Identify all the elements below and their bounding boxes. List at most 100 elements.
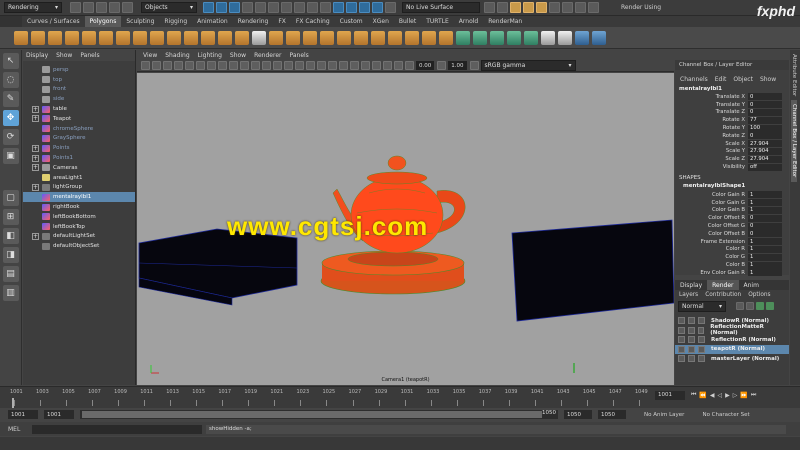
poly-cylinder-icon[interactable] (48, 30, 62, 45)
channel-menu-item[interactable]: Show (760, 76, 776, 83)
select-component-icon[interactable] (229, 2, 240, 13)
animation-start-field[interactable]: 1001 (8, 410, 38, 419)
smooth-shade-icon[interactable] (273, 61, 282, 70)
select-tool-icon[interactable]: ↖ (2, 53, 19, 69)
range-handle[interactable] (82, 411, 542, 418)
shelf-tab[interactable]: FX Caching (291, 16, 335, 27)
channel-label[interactable]: Color Gain G (675, 200, 748, 206)
new-scene-icon[interactable] (70, 2, 81, 13)
outliner-item[interactable]: defaultObjectSet (23, 241, 135, 251)
snap-curve-icon[interactable] (346, 2, 357, 13)
channel-value-field[interactable]: 77 (748, 116, 782, 124)
shelf-tab[interactable]: RenderMan (483, 16, 527, 27)
visibility-toggle-icon[interactable] (688, 345, 695, 353)
outliner-item[interactable]: rightBook (23, 202, 135, 212)
playback-end-field[interactable]: 1050 (564, 410, 592, 419)
channel-label[interactable]: Translate Z (675, 109, 748, 115)
channel-label[interactable]: Translate X (675, 94, 748, 100)
playback-start-field[interactable]: 1001 (44, 410, 74, 419)
snap-plane-icon[interactable] (372, 2, 383, 13)
channel-value-field[interactable]: 1 (748, 238, 782, 246)
visibility-toggle-icon[interactable] (688, 336, 695, 344)
symmetry-icon[interactable] (484, 2, 495, 13)
channel-row[interactable]: Rotate Z0 (675, 132, 789, 140)
outliner-item[interactable]: GraySphere (23, 134, 135, 144)
single-view-icon[interactable]: ▢ (2, 190, 19, 206)
select-object-icon[interactable] (216, 2, 227, 13)
channel-label[interactable]: Translate Y (675, 102, 748, 108)
live-surface-field[interactable]: No Live Surface (402, 2, 480, 13)
command-input[interactable] (32, 424, 202, 434)
channel-row[interactable]: Translate X0 (675, 93, 789, 101)
go-to-start-icon[interactable]: ⏮ (691, 391, 696, 399)
insert-edge-loop-icon[interactable] (456, 30, 470, 45)
new-layer-selected-icon[interactable] (766, 302, 774, 310)
combine-icon[interactable] (269, 30, 283, 45)
outliner-item[interactable]: front (23, 85, 135, 95)
outliner-item[interactable]: + Teapot (23, 114, 135, 124)
channel-label[interactable]: Scale Z (675, 156, 748, 162)
channel-row[interactable]: Scale X 27.904 (675, 140, 789, 148)
render-view-icon[interactable] (562, 2, 573, 13)
render-layer-row[interactable]: ReflectionR (Normal) (675, 335, 789, 345)
bridge-icon[interactable] (371, 30, 385, 45)
outliner-item[interactable]: leftBookTop (23, 222, 135, 232)
colorspace-dropdown[interactable]: sRGB gamma ▾ (480, 60, 576, 71)
anim-layer-label[interactable]: No Anim Layer (644, 412, 684, 418)
tab-attribute-editor[interactable]: Attribute Editor (791, 50, 797, 100)
wireframe-on-shaded-icon[interactable] (284, 61, 293, 70)
script-lang-label[interactable]: MEL (8, 426, 30, 433)
outliner-item[interactable]: side (23, 94, 135, 104)
render-toggle-icon[interactable] (678, 345, 685, 353)
channel-value-field[interactable]: 0 (748, 108, 782, 116)
go-to-end-icon[interactable]: ⏭ (751, 391, 756, 399)
target-weld-icon[interactable] (490, 30, 504, 45)
viewport-menu-item[interactable]: Shading (165, 52, 189, 59)
poly-cone-icon[interactable] (65, 30, 79, 45)
separate-icon[interactable] (286, 30, 300, 45)
play-forwards-icon[interactable]: ▶ (725, 392, 730, 399)
shelf-tab[interactable]: Animation (192, 16, 233, 27)
channel-value-field[interactable]: 1 (748, 199, 782, 207)
channel-label[interactable]: Color B (675, 262, 748, 268)
step-forward-frame-icon[interactable]: ▷ (733, 392, 738, 399)
paint-select-tool-icon[interactable]: ✎ (2, 91, 19, 107)
ipr-render-icon[interactable] (523, 2, 534, 13)
channel-label[interactable]: Color Offset R (675, 215, 748, 221)
poly-helix-icon[interactable] (201, 30, 215, 45)
range-slider[interactable]: 1050 (80, 410, 558, 419)
shelf-tab[interactable]: Arnold (454, 16, 483, 27)
outliner-item[interactable]: persp (23, 65, 135, 75)
mask-icon[interactable] (281, 2, 292, 13)
outliner-item[interactable]: leftBookBottom (23, 212, 135, 222)
channel-label[interactable]: Rotate Z (675, 133, 748, 139)
outliner-menu-item[interactable]: Show (56, 52, 72, 59)
channel-row[interactable]: Frame Extension 1 (675, 238, 789, 246)
render-layer-row[interactable]: ReflectionMatteR (Normal) (675, 324, 789, 336)
append-icon[interactable] (422, 30, 436, 45)
channel-row[interactable]: Scale Y 27.904 (675, 147, 789, 156)
viewport[interactable]: www.cgtsj.com Camera1 (teapotR) (137, 73, 674, 385)
expand-icon[interactable]: + (32, 183, 39, 191)
poly-pyramid-icon[interactable] (150, 30, 164, 45)
depth-of-field-icon[interactable] (361, 61, 370, 70)
resolution-gate-icon[interactable] (207, 61, 216, 70)
isolate-select-icon[interactable] (372, 61, 381, 70)
undo-icon[interactable] (109, 2, 120, 13)
channel-row[interactable]: Color B1 (675, 261, 789, 269)
redo-icon[interactable] (122, 2, 133, 13)
channel-row[interactable]: Color Gain B1 (675, 206, 789, 215)
layer-editor-tab[interactable]: Anim (739, 280, 764, 290)
channel-value-field[interactable]: 0 (748, 222, 782, 230)
layer-editor-tab[interactable]: Render (707, 280, 739, 290)
shelf-tab[interactable]: Custom (335, 16, 368, 27)
outliner-item[interactable]: mentalraylbl1 (23, 192, 135, 203)
use-all-lights-icon[interactable] (306, 61, 315, 70)
expand-icon[interactable]: + (32, 105, 39, 113)
channel-row[interactable]: Color Gain R1 (675, 191, 789, 199)
layer-menu-item[interactable]: Layers (679, 292, 698, 298)
step-forward-key-icon[interactable]: ⏩ (740, 392, 747, 399)
current-frame-field[interactable]: 1001 (655, 390, 685, 400)
shelf-tab[interactable]: Bullet (394, 16, 421, 27)
visibility-toggle-icon[interactable] (687, 326, 695, 334)
